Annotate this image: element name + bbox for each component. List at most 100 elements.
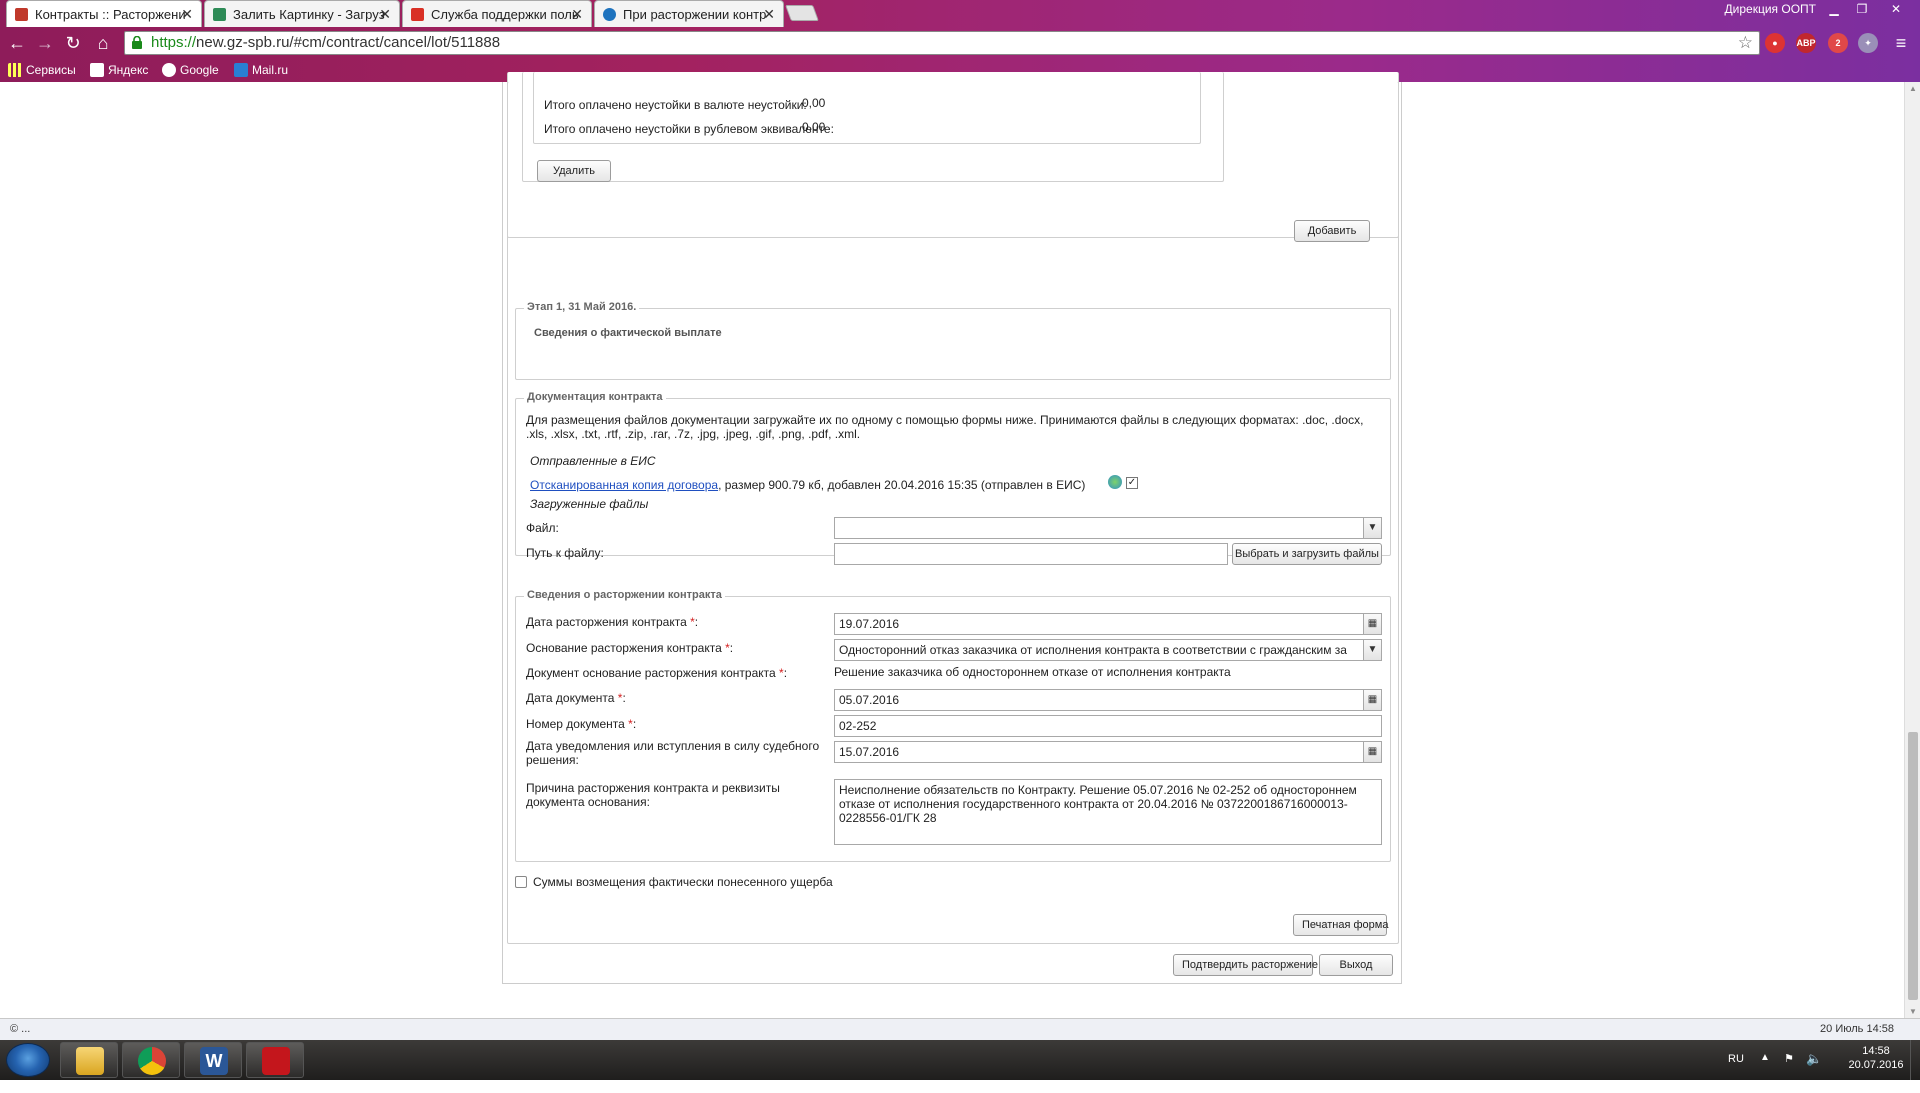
bookmark-mailru[interactable]: Mail.ru (234, 61, 288, 79)
termination-basis-label: Основание расторжения контракта *: (526, 641, 734, 655)
extension-shield-icon[interactable]: ● (1765, 33, 1785, 53)
show-desktop-button[interactable] (1910, 1040, 1920, 1080)
tab-close-icon[interactable]: ✕ (571, 1, 583, 27)
chevron-down-icon[interactable]: ▼ (1363, 518, 1381, 538)
taskbar-chrome[interactable] (122, 1042, 180, 1078)
scrollbar-thumb[interactable] (1908, 732, 1918, 1000)
tray-date: 20.07.2016 (1848, 1059, 1904, 1071)
restore-button[interactable]: ❐ (1848, 0, 1876, 18)
doc-date-label: Дата документа *: (526, 691, 626, 705)
url-scheme: https:// (151, 34, 197, 51)
browser-titlebar: Контракты :: Расторжени ✕ Залить Картинк… (0, 0, 1920, 28)
notification-icon[interactable]: 2 (1828, 33, 1848, 53)
tab-favicon-icon (603, 8, 616, 21)
contract-termination-form: Итого оплачено неустойки в валюте неусто… (502, 72, 1402, 984)
adblock-icon[interactable]: ABP (1796, 33, 1816, 53)
file-select[interactable]: ▼ (834, 517, 1382, 539)
page-scrollbar[interactable]: ▲ ▼ (1904, 82, 1920, 1018)
tray-clock[interactable]: 14:58 20.07.2016 (1846, 1045, 1906, 1085)
termination-date-input[interactable]: 19.07.2016 ▦ (834, 613, 1382, 635)
checked-icon: ✓ (1126, 477, 1138, 489)
tab-support[interactable]: Служба поддержки поль ✕ (402, 0, 592, 27)
browser-toolbar: ← → ↻ ⌂ https://new.gz-spb.ru/#cm/contra… (0, 28, 1920, 58)
tab-title: Залить Картинку - Загруз (233, 7, 385, 22)
start-button[interactable] (6, 1043, 50, 1077)
tab-favicon-icon (15, 8, 28, 21)
tab-termination-info[interactable]: При расторжении контр ✕ (594, 0, 784, 27)
address-bar[interactable]: https://new.gz-spb.ru/#cm/contract/cance… (124, 31, 1760, 55)
url-text: new.gz-spb.ru/#cm/contract/cancel/lot/51… (196, 34, 501, 51)
reason-textarea[interactable]: Неисполнение обязательств по Контракту. … (834, 779, 1382, 845)
tab-title: Контракты :: Расторжени (35, 7, 186, 22)
scroll-down-icon[interactable]: ▼ (1908, 1007, 1918, 1016)
yandex-icon (90, 63, 104, 77)
exit-button[interactable]: Выход (1319, 954, 1393, 976)
bookmark-services[interactable]: Сервисы (8, 61, 76, 79)
tab-image-upload[interactable]: Залить Картинку - Загруз ✕ (204, 0, 400, 27)
language-indicator[interactable]: RU (1728, 1053, 1744, 1093)
calendar-icon[interactable]: ▦ (1363, 742, 1381, 762)
taskbar-explorer[interactable] (60, 1042, 118, 1078)
doc-basis-label: Документ основание расторжения контракта… (526, 666, 788, 680)
path-label: Путь к файлу: (526, 546, 604, 560)
termination-basis-select[interactable]: Односторонний отказ заказчика от исполне… (834, 639, 1382, 661)
page-content: Итого оплачено неустойки в валюте неусто… (0, 72, 1904, 1018)
tab-close-icon[interactable]: ✕ (379, 1, 391, 27)
tab-gmail-icon (411, 8, 424, 21)
bookmark-star-icon[interactable]: ☆ (1738, 32, 1753, 54)
calendar-icon[interactable]: ▦ (1363, 614, 1381, 634)
forward-arrow-icon[interactable]: → (34, 32, 56, 54)
confirm-termination-button[interactable]: Подтвердить расторжение (1173, 954, 1318, 976)
add-button[interactable]: Добавить (1294, 220, 1370, 242)
documentation-legend: Документация контракта (524, 391, 666, 403)
doc-date-input[interactable]: 05.07.2016 ▦ (834, 689, 1382, 711)
stage-legend: Этап 1, 31 Май 2016. (524, 301, 640, 313)
file-meta: , размер 900.79 кб, добавлен 20.04.2016 … (718, 478, 1086, 492)
notice-date-input[interactable]: 15.07.2016 ▦ (834, 741, 1382, 763)
home-icon[interactable]: ⌂ (92, 32, 114, 54)
tray-expand-icon[interactable]: ▲ (1760, 1052, 1770, 1092)
print-form-button[interactable]: Печатная форма (1293, 914, 1388, 936)
back-arrow-icon[interactable]: ← (6, 32, 28, 54)
chevron-down-icon[interactable]: ▼ (1363, 640, 1381, 660)
close-window-button[interactable]: ✕ (1882, 0, 1910, 18)
tab-contracts[interactable]: Контракты :: Расторжени ✕ (6, 0, 202, 27)
upload-files-button[interactable]: Выбрать и загрузить файлы (1232, 543, 1382, 565)
paid-rub-label: Итого оплачено неустойки в рублевом экви… (544, 122, 834, 136)
stage-subtitle: Сведения о фактической выплате (534, 327, 722, 339)
reload-icon[interactable]: ↻ (62, 32, 84, 54)
taskbar-word[interactable]: W (184, 1042, 242, 1078)
bookmark-yandex[interactable]: Яндекс (90, 61, 148, 79)
tab-close-icon[interactable]: ✕ (181, 1, 193, 27)
calendar-icon[interactable]: ▦ (1363, 690, 1381, 710)
scanned-contract-link[interactable]: Отсканированная копия договора (530, 478, 718, 492)
reason-label: Причина расторжения контракта и реквизит… (526, 781, 780, 809)
notice-date-label: Дата уведомления или вступления в силу с… (526, 739, 820, 767)
minimize-button[interactable]: ▁ (1820, 0, 1848, 18)
tab-title: При расторжении контр (623, 7, 767, 22)
new-tab-button[interactable] (785, 5, 819, 21)
documentation-section: Документация контракта Для размещения фа… (515, 391, 1391, 565)
documentation-instructions: Для размещения файлов документации загру… (526, 413, 1364, 441)
scroll-up-icon[interactable]: ▲ (1908, 84, 1918, 93)
file-path-input[interactable] (834, 543, 1228, 565)
pdf-icon (262, 1047, 290, 1075)
tab-close-icon[interactable]: ✕ (763, 1, 775, 27)
tray-time: 14:58 (1862, 1045, 1890, 1057)
google-icon (162, 63, 176, 77)
word-icon: W (200, 1047, 228, 1075)
extension-puzzle-icon[interactable]: ✦ (1858, 33, 1878, 53)
doc-number-input[interactable]: 02-252 (834, 715, 1382, 737)
termination-legend: Сведения о расторжении контракта (524, 589, 725, 601)
doc-number-label: Номер документа *: (526, 717, 637, 731)
menu-icon[interactable]: ≡ (1890, 32, 1912, 54)
network-flag-icon[interactable]: ⚑ (1784, 1052, 1794, 1092)
doc-basis-value: Решение заказчика об одностороннем отказ… (834, 665, 1231, 679)
damages-checkbox[interactable] (515, 876, 527, 888)
delete-button[interactable]: Удалить (537, 160, 611, 182)
paid-currency-value: 0,00 (802, 96, 826, 110)
volume-icon[interactable]: 🔈 (1806, 1051, 1822, 1091)
bookmark-google[interactable]: Google (162, 61, 219, 79)
taskbar-acrobat[interactable] (246, 1042, 304, 1078)
chrome-icon (138, 1047, 166, 1075)
